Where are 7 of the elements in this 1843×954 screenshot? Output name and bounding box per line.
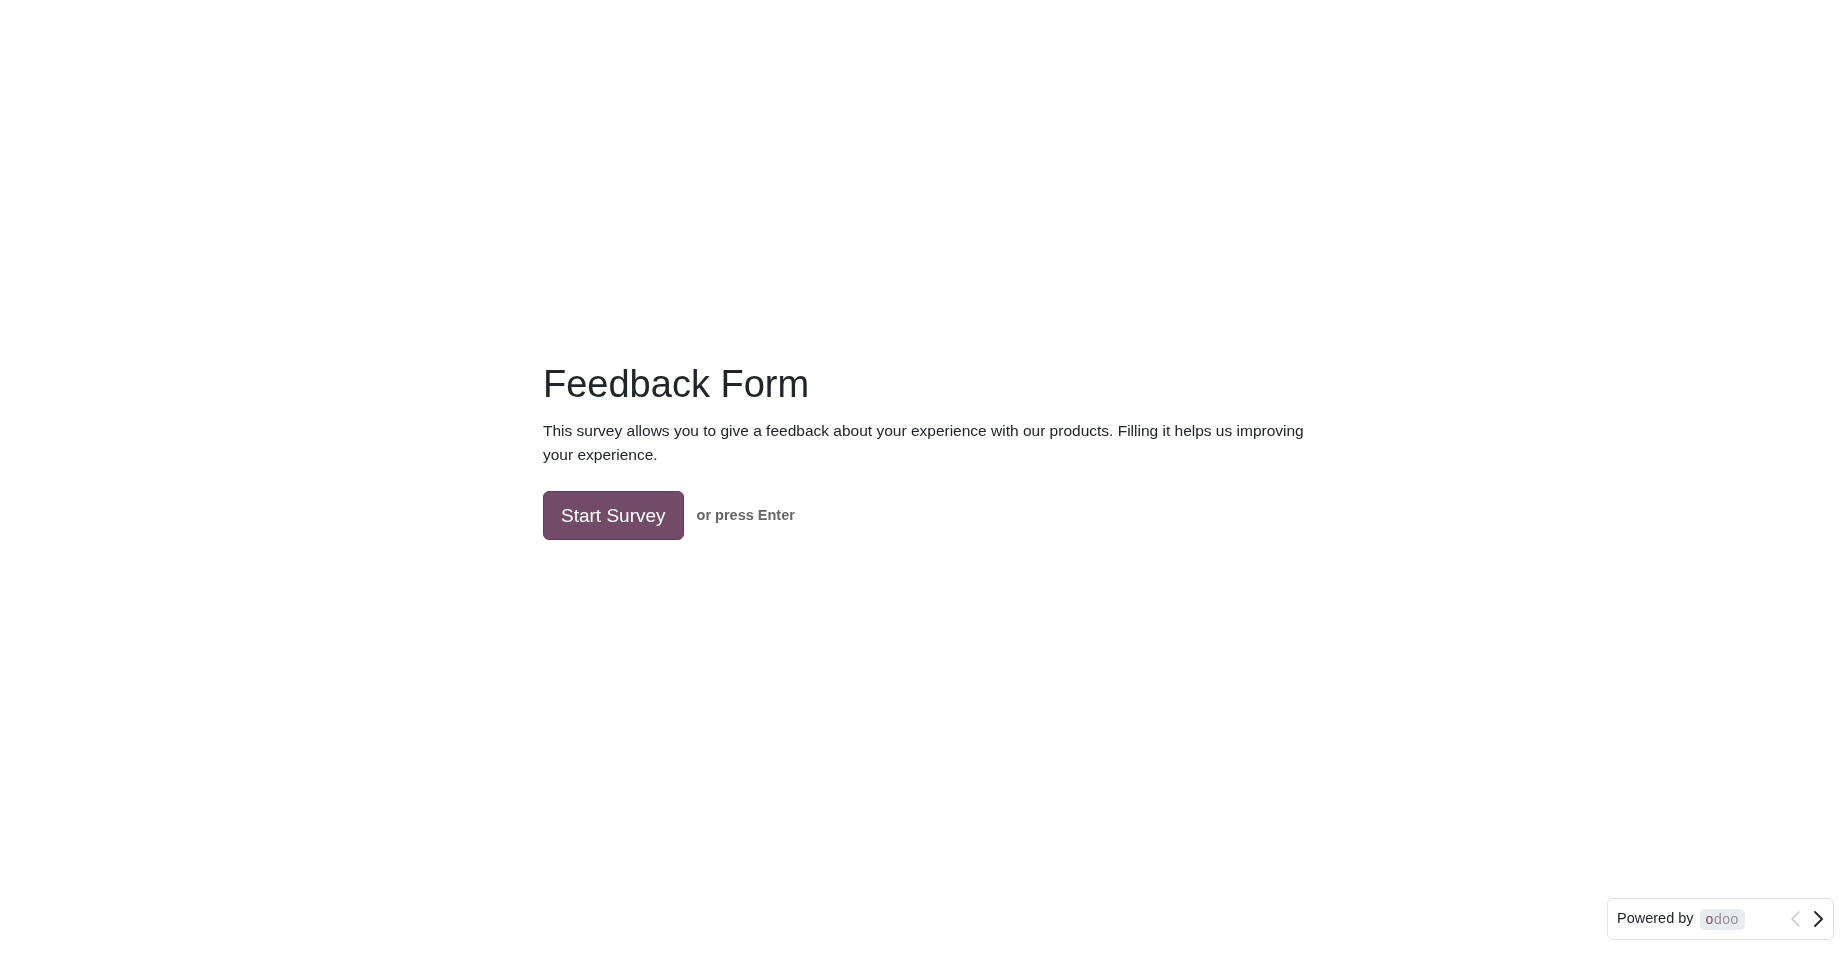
- powered-by-label: Powered by: [1617, 909, 1694, 929]
- keyboard-hint: or press Enter: [696, 505, 795, 525]
- start-survey-button[interactable]: Start Survey: [543, 491, 684, 540]
- brand-logo[interactable]: odoo: [1699, 908, 1745, 930]
- next-chevron-icon[interactable]: [1814, 911, 1823, 927]
- survey-description: This survey allows you to give a feedback about your experience with our products. Filling it helps us improving your experience.: [543, 421, 1305, 465]
- survey-title: Feedback Form: [543, 362, 810, 407]
